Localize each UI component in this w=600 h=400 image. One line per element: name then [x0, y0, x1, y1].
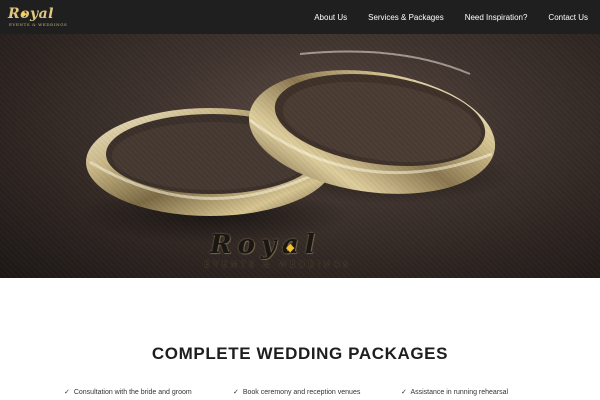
check-icon: ✓ — [233, 389, 239, 396]
feature-text: Book ceremony and reception venues — [242, 389, 361, 396]
top-navbar: Royal ◆ EVENTS & WEDDINGS About Us Servi… — [0, 0, 600, 34]
section-title: COMPLETE WEDDING PACKAGES — [151, 344, 449, 363]
nav-link-need-inspiration[interactable]: Need Inspiration? — [465, 13, 528, 22]
logo-wordmark: Royal — [8, 6, 54, 22]
nav-link-services-packages[interactable]: Services & Packages — [368, 13, 444, 22]
site-logo[interactable]: Royal ◆ EVENTS & WEDDINGS — [8, 5, 67, 29]
feature-list: ✓ Consultation with the bride and groom … — [0, 388, 600, 400]
feature-item: ✓ Assistance in running rehearsal — [401, 388, 508, 396]
hero-banner: Royal ◆ EVENTS & WEDDINGS — [0, 34, 600, 278]
diamond-icon: ◆ — [286, 242, 295, 254]
feature-text: Consultation with the bride and groom — [73, 389, 192, 396]
hero-logo: Royal ◆ EVENTS & WEDDINGS — [200, 230, 410, 274]
logo-subtitle: EVENTS & WEDDINGS — [9, 22, 68, 27]
nav-link-about-us[interactable]: About Us — [314, 13, 347, 22]
feature-item: ✓ Book ceremony and reception venues — [233, 388, 360, 396]
hero-logo-subtitle: EVENTS & WEDDINGS — [204, 260, 352, 269]
nav-link-contact-us[interactable]: Contact Us — [548, 13, 588, 22]
nav-links: About Us Services & Packages Need Inspir… — [293, 13, 588, 22]
diamond-icon: ◆ — [21, 11, 27, 18]
feature-text: Assistance in running rehearsal — [410, 389, 509, 396]
check-icon: ✓ — [401, 389, 407, 396]
feature-item: ✓ Consultation with the bride and groom — [64, 388, 192, 396]
check-icon: ✓ — [64, 389, 70, 396]
hero-logo-wordmark: Royal — [210, 230, 321, 260]
